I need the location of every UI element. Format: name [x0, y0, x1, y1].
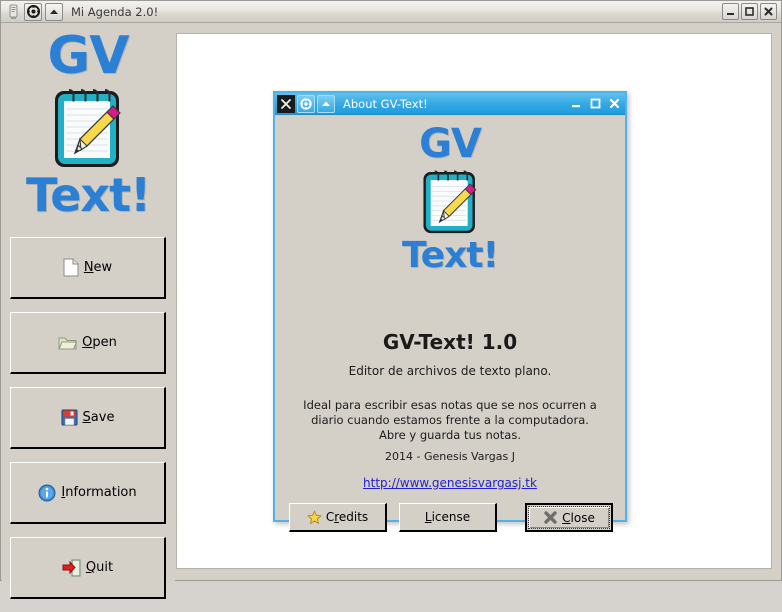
- about-website-link[interactable]: http://www.genesisvargasj.tk: [275, 476, 625, 490]
- dialog-window-controls: [568, 96, 622, 111]
- dialog-title: About GV-Text!: [343, 96, 428, 111]
- close-x-gray-icon: [543, 510, 558, 525]
- sidebar-item-label-open: Open: [82, 335, 117, 350]
- sidebar-item-open[interactable]: Open: [10, 312, 166, 374]
- main-window: Mi Agenda 2.0! GV Text! New Open Save In…: [0, 0, 782, 599]
- dialog-button-row: Credits License Close: [275, 503, 625, 537]
- logo-line-gv: GV: [47, 26, 130, 86]
- save-floppy-icon: [61, 409, 78, 426]
- about-app-title: GV-Text! 1.0: [382, 330, 518, 354]
- app-text-icon[interactable]: [5, 3, 21, 21]
- star-icon: [307, 510, 322, 525]
- main-window-title: Mi Agenda 2.0!: [71, 4, 159, 19]
- chevron-up-icon[interactable]: [317, 94, 335, 113]
- dialog-titlebar: About GV-Text!: [275, 93, 625, 115]
- sidebar: GV Text! New Open Save Information Quit: [2, 24, 175, 599]
- minimize-icon[interactable]: [568, 96, 584, 111]
- gear-icon[interactable]: [297, 94, 315, 113]
- gear-icon[interactable]: [24, 2, 42, 21]
- sidebar-item-label-save: Save: [82, 410, 115, 425]
- main-titlebar: Mi Agenda 2.0!: [1, 1, 781, 23]
- notepad-pencil-icon: [8, 81, 168, 173]
- about-logo: GV Text!: [387, 123, 513, 313]
- dialog-body: GV Text! GV-Text! 1.0 Editor de archivos…: [275, 115, 625, 532]
- logo-line-text: Text!: [25, 168, 151, 222]
- license-button[interactable]: License: [399, 503, 497, 532]
- maximize-icon[interactable]: [587, 96, 603, 111]
- close-icon[interactable]: [606, 96, 622, 111]
- sidebar-item-label-information: Information: [61, 485, 137, 500]
- about-description: Ideal para escribir esas notas que se no…: [303, 398, 597, 442]
- about-dialog: About GV-Text! GV Text! GV-Text! 1.0 Edi…: [273, 91, 627, 532]
- about-logo-line-gv: GV: [419, 121, 482, 167]
- main-window-controls: [722, 3, 777, 20]
- sidebar-item-label-quit: Quit: [85, 560, 114, 575]
- sidebar-item-quit[interactable]: Quit: [10, 537, 166, 599]
- sidebar-item-save[interactable]: Save: [10, 387, 166, 449]
- new-document-icon: [63, 258, 79, 277]
- credits-button-label: Credits: [325, 510, 369, 524]
- sidebar-item-information[interactable]: Information: [10, 462, 166, 524]
- credits-button[interactable]: Credits: [289, 503, 387, 532]
- about-copyright: 2014 - Genesis Vargas J: [385, 450, 515, 463]
- chevron-up-icon[interactable]: [45, 2, 63, 21]
- about-logo-line-text: Text!: [401, 235, 499, 276]
- close-button[interactable]: Close: [525, 503, 613, 532]
- close-x-icon[interactable]: [277, 94, 295, 113]
- app-logo: GV Text!: [8, 29, 168, 224]
- about-subtitle: Editor de archivos de texto plano.: [348, 364, 552, 378]
- exit-door-icon: [62, 559, 81, 577]
- sidebar-item-new[interactable]: New: [10, 237, 166, 299]
- notepad-pencil-icon: [387, 164, 513, 238]
- info-circle-icon: [38, 484, 56, 502]
- maximize-icon[interactable]: [741, 3, 758, 20]
- close-button-label: Close: [562, 510, 595, 525]
- license-button-label: License: [424, 510, 471, 524]
- close-icon[interactable]: [760, 3, 777, 20]
- open-folder-icon: [58, 335, 78, 351]
- sidebar-button-stack: New Open Save Information Quit: [10, 237, 167, 612]
- sidebar-item-label-new: New: [83, 260, 113, 275]
- minimize-icon[interactable]: [722, 3, 739, 20]
